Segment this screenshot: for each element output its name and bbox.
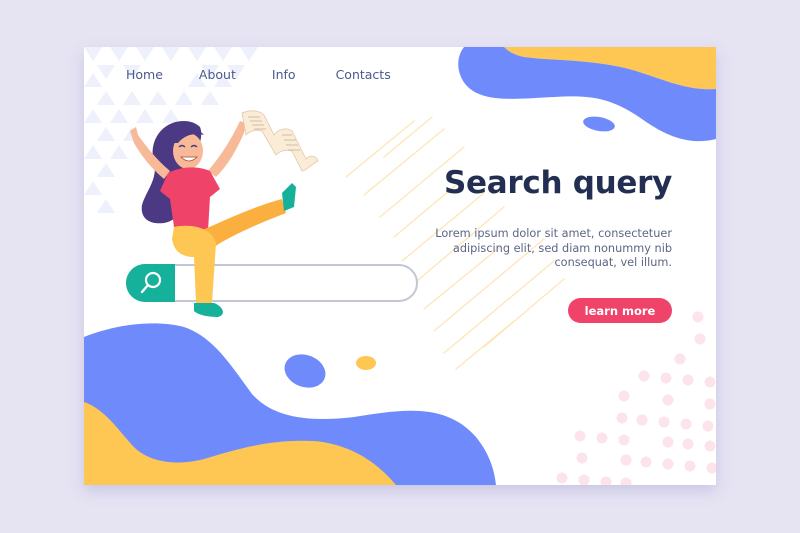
hero-description: Lorem ipsum dolor sit amet, consectetuer… [435, 227, 672, 269]
nav-about[interactable]: About [199, 67, 236, 82]
nav-contacts[interactable]: Contacts [336, 67, 391, 82]
woman-illustration [130, 110, 319, 317]
learn-more-button[interactable]: learn more [568, 298, 672, 323]
top-nav: Home About Info Contacts [126, 67, 427, 82]
right-arm [208, 121, 246, 177]
sitting-leg [172, 225, 216, 303]
nav-info[interactable]: Info [272, 67, 296, 82]
dot-pattern [556, 311, 716, 485]
blob-small-yellow [356, 356, 376, 370]
landing-page: Home About Info Contacts Search query Lo… [84, 47, 716, 485]
paper-scroll [241, 110, 319, 172]
blob-small-blue-top [583, 116, 615, 132]
left-shoe [194, 303, 223, 317]
nav-home[interactable]: Home [126, 67, 163, 82]
right-shoe [282, 183, 296, 211]
blob-small-blue-bottom [284, 354, 326, 388]
page-title: Search query [444, 165, 672, 201]
